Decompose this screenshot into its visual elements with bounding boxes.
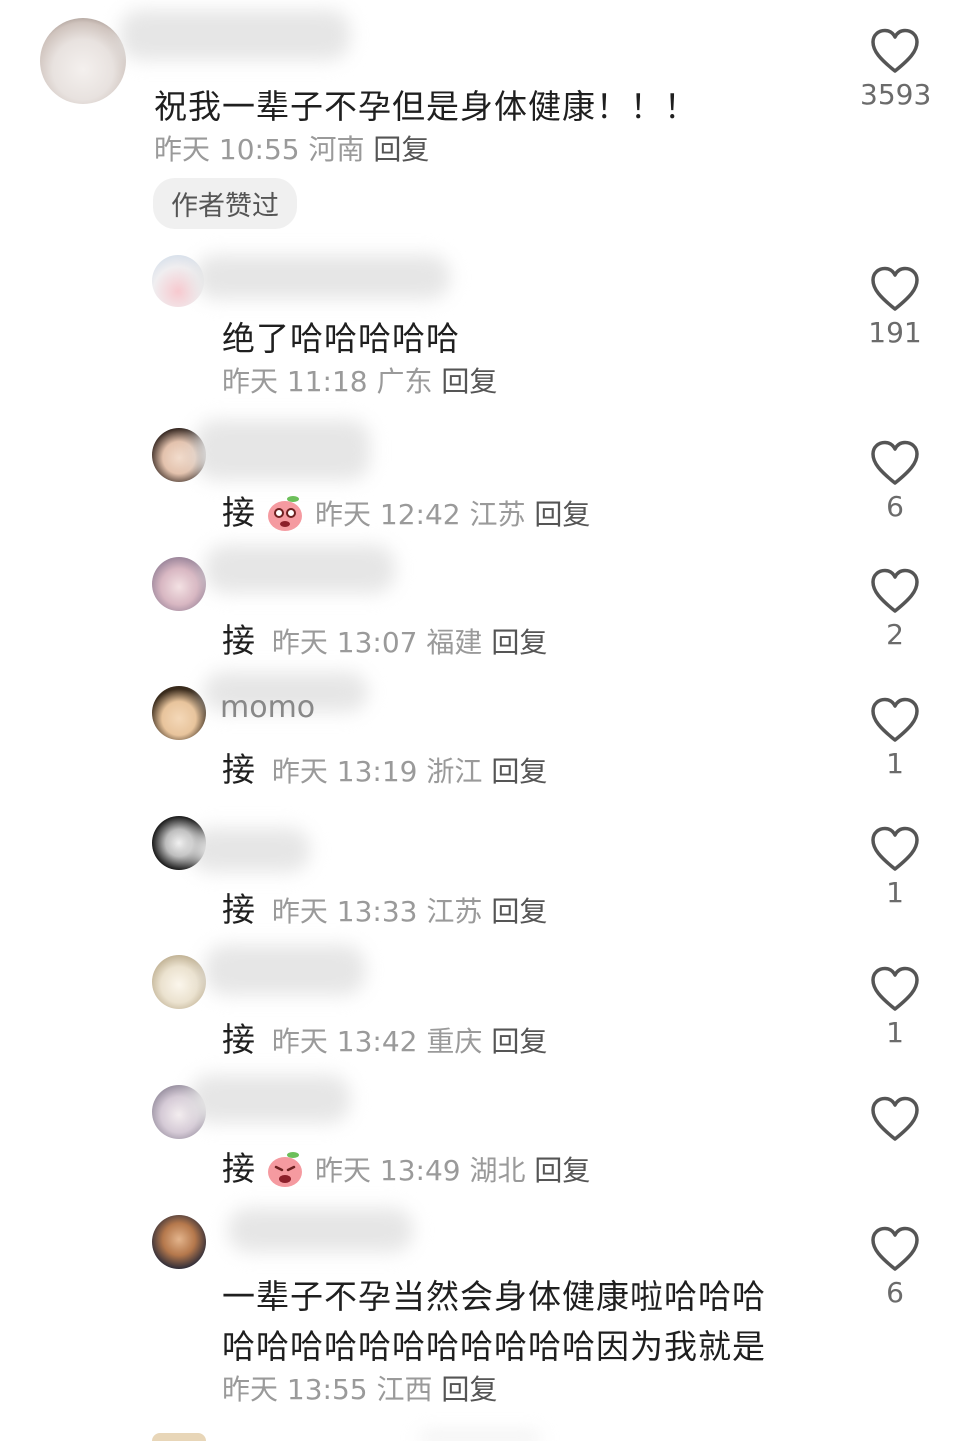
reply-button[interactable]: 回复 [441, 365, 497, 398]
comment-region: 江苏 [469, 498, 526, 531]
avatar[interactable] [152, 1433, 206, 1441]
comment-meta: 接 昨天 12:42 江苏 回复 [222, 486, 590, 540]
comment-time: 昨天 13:42 [271, 1025, 418, 1058]
comment-time: 昨天 13:33 [271, 895, 418, 928]
heart-icon [871, 28, 919, 73]
like-count: 1 [886, 876, 904, 909]
comment-meta: 接 昨天 13:33 江苏 回复 [222, 883, 547, 931]
comment-time: 昨天 12:42 [315, 498, 461, 531]
comment-text: 接 [222, 750, 255, 789]
avatar[interactable] [152, 955, 206, 1009]
comment-text: 接 [222, 1020, 255, 1059]
comment-time: 昨天 13:49 [315, 1154, 461, 1187]
like-button[interactable]: 2 [860, 568, 930, 651]
avatar[interactable] [40, 18, 126, 104]
comment-region: 重庆 [426, 1025, 483, 1058]
username-blurred[interactable] [195, 420, 370, 480]
heart-icon [871, 1096, 919, 1141]
like-count: 6 [886, 490, 904, 523]
heart-icon [871, 266, 919, 311]
comment-meta: 接 昨天 13:19 浙江 回复 [222, 743, 547, 791]
username-blurred[interactable] [190, 1075, 350, 1123]
comment-time: 昨天 11:18 [222, 365, 368, 398]
comment-region: 江西 [376, 1373, 433, 1406]
reply-button[interactable]: 回复 [491, 1025, 547, 1058]
username-fragment: momo [220, 690, 316, 725]
comment-time: 昨天 13:07 [271, 626, 418, 659]
like-count: 6 [886, 1276, 904, 1309]
comment-text: 接 [222, 890, 255, 929]
comment-meta: 昨天 10:55 河南 回复 [154, 128, 429, 168]
like-count: 2 [886, 618, 904, 651]
comment-meta: 接 昨天 13:49 湖北 回复 [222, 1142, 590, 1196]
like-button[interactable]: 3593 [860, 28, 932, 111]
like-count: 1 [886, 747, 904, 780]
heart-icon [871, 440, 919, 485]
reply-button[interactable]: 回复 [373, 133, 429, 166]
comment-text: 接 [222, 1149, 255, 1188]
like-button[interactable] [860, 1096, 930, 1146]
reply-button[interactable]: 回复 [534, 498, 590, 531]
comment-meta: 昨天 13:55 江西 回复 [222, 1368, 497, 1408]
author-liked-badge: 作者赞过 [153, 178, 297, 229]
username-blurred[interactable] [205, 945, 365, 995]
comment-text: 祝我一辈子不孕但是身体健康！！！ [154, 87, 698, 126]
reply-button[interactable]: 回复 [491, 755, 547, 788]
comment-meta: 接 昨天 13:42 重庆 回复 [222, 1013, 547, 1061]
comment-meta: 昨天 11:18 广东 回复 [222, 360, 497, 400]
comment-text: 接 [222, 493, 255, 532]
like-count: 3593 [860, 78, 932, 111]
heart-icon [871, 826, 919, 871]
heart-icon [871, 966, 919, 1011]
like-button[interactable]: 1 [860, 826, 930, 909]
username-blurred [420, 1434, 540, 1441]
comment-text: 哈哈哈哈哈哈哈哈哈哈哈因为我就是 [222, 1327, 766, 1366]
comment-text: 绝了哈哈哈哈哈 [222, 319, 460, 358]
comment-time: 昨天 13:19 [271, 755, 418, 788]
comment-region: 福建 [426, 626, 483, 659]
comment-region: 广东 [376, 365, 433, 398]
username-blurred[interactable] [190, 828, 310, 872]
avatar[interactable] [152, 557, 206, 611]
username-blurred[interactable] [120, 10, 350, 60]
peach-emoji-icon [265, 493, 305, 540]
like-count: 191 [868, 316, 922, 349]
comment-time: 昨天 13:55 [222, 1373, 368, 1406]
username-blurred[interactable] [205, 545, 395, 593]
like-button[interactable]: 191 [860, 266, 930, 349]
comment-meta: 接 昨天 13:07 福建 回复 [222, 614, 547, 662]
like-button[interactable]: 1 [860, 966, 930, 1049]
like-button[interactable]: 1 [860, 697, 930, 780]
reply-button[interactable]: 回复 [534, 1154, 590, 1187]
comment-region: 湖北 [469, 1154, 526, 1187]
comment-region: 河南 [308, 133, 365, 166]
comment-region: 江苏 [426, 895, 483, 928]
heart-icon [871, 697, 919, 742]
username-blurred[interactable] [195, 255, 450, 299]
reply-button[interactable]: 回复 [491, 895, 547, 928]
heart-icon [871, 1226, 919, 1271]
avatar[interactable] [152, 686, 206, 740]
like-count: 1 [886, 1016, 904, 1049]
heart-icon [871, 568, 919, 613]
comment-time: 昨天 10:55 [154, 133, 300, 166]
comment-region: 浙江 [426, 755, 483, 788]
comment-text: 接 [222, 621, 255, 660]
username-blurred[interactable] [228, 1208, 413, 1252]
peach-emoji-icon [265, 1149, 305, 1196]
like-button[interactable]: 6 [860, 1226, 930, 1309]
reply-button[interactable]: 回复 [441, 1373, 497, 1406]
like-button[interactable]: 6 [860, 440, 930, 523]
comment-text: 一辈子不孕当然会身体健康啦哈哈哈 [222, 1277, 766, 1316]
avatar[interactable] [152, 1215, 206, 1269]
reply-button[interactable]: 回复 [491, 626, 547, 659]
